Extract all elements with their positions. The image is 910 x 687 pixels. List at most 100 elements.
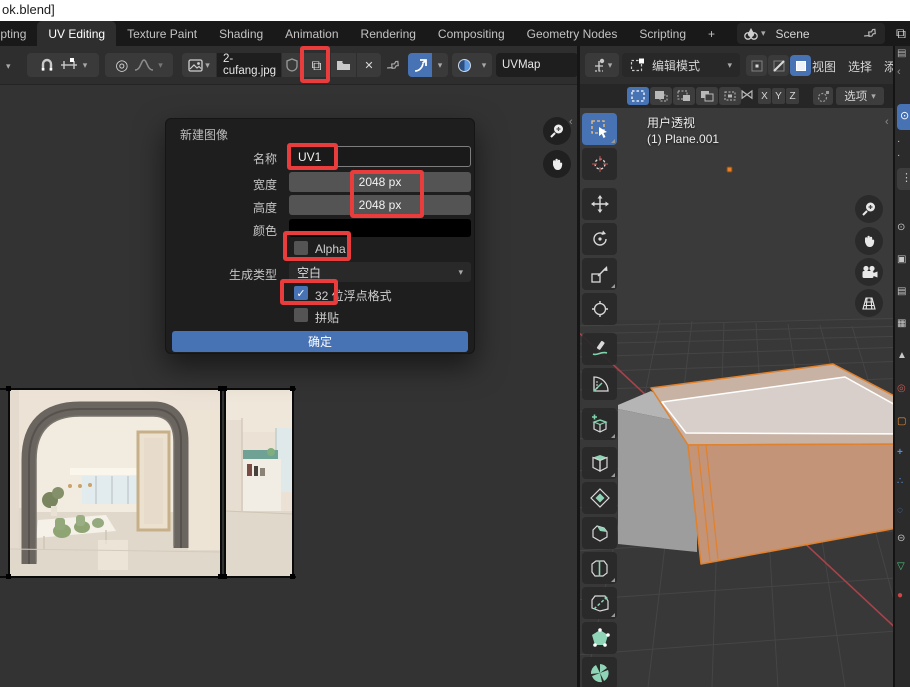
tool-cursor[interactable] xyxy=(582,148,617,180)
tool-extrude-region[interactable] xyxy=(582,447,617,479)
viewport-zoom-button[interactable] xyxy=(855,195,883,223)
add-menu[interactable]: 添加 xyxy=(884,58,893,75)
viewport-3d[interactable]: 用户透视 (1) Plane.001 ‹ Z Y X xyxy=(580,108,893,687)
properties-tab-active-tool[interactable]: ⊙ xyxy=(897,104,910,130)
tab-add-workspace[interactable]: + xyxy=(697,21,726,46)
select-mode-extend[interactable] xyxy=(650,87,672,105)
properties-dot-1: · xyxy=(897,136,900,147)
tool-inset-faces[interactable] xyxy=(582,482,617,514)
mirror-z-button[interactable]: Z xyxy=(786,88,799,104)
options-dropdown[interactable]: 选项 ▾ xyxy=(836,87,884,105)
properties-tab-output[interactable]: ▤ xyxy=(897,286,906,297)
browse-image-button[interactable]: ▾ xyxy=(182,53,216,77)
falloff-dropdown-chevron[interactable]: ▾ xyxy=(158,60,163,71)
scene-name[interactable]: Scene xyxy=(776,27,863,41)
uvmap-field[interactable]: UVMap xyxy=(496,53,578,77)
tool-loop-cut[interactable] xyxy=(582,552,617,584)
scene-dropdown-chevron[interactable]: ▾ xyxy=(761,28,766,39)
uv-pan-button[interactable] xyxy=(543,150,571,178)
scene-selector[interactable]: ▾ Scene xyxy=(737,23,885,44)
tool-rotate[interactable] xyxy=(582,223,617,255)
fake-user-button[interactable] xyxy=(282,53,302,77)
tool-scale[interactable] xyxy=(582,258,617,290)
view-menu[interactable]: 视图 xyxy=(812,58,836,75)
tab-shading[interactable]: Shading xyxy=(208,21,274,46)
properties-tab-constraints[interactable]: ⊝ xyxy=(897,533,905,544)
tab-scripting[interactable]: Scripting xyxy=(628,21,697,46)
tool-bevel[interactable] xyxy=(582,517,617,549)
viewport-header: ▾ 编辑模式 ▾ 视图 选择 xyxy=(580,46,893,85)
editor-divider[interactable] xyxy=(577,46,580,687)
viewport-camera-button[interactable] xyxy=(855,258,883,286)
pin-image-icon[interactable] xyxy=(383,55,406,78)
viewport-pan-button[interactable] xyxy=(855,227,883,255)
channels-chevron-button[interactable]: ▾ xyxy=(476,53,492,77)
unlink-image-button[interactable]: ✕ xyxy=(357,53,381,77)
properties-tab-render[interactable]: ▣ xyxy=(897,254,906,265)
mirror-y-button[interactable]: Y xyxy=(772,88,785,104)
properties-tab-world[interactable]: ◎ xyxy=(897,383,906,394)
tool-poly-build[interactable] xyxy=(582,622,617,654)
tab-sculpting[interactable]: Sculpting xyxy=(0,21,37,46)
uv-snap-toggle[interactable] xyxy=(408,53,432,77)
tab-animation[interactable]: Animation xyxy=(274,21,349,46)
tool-knife[interactable] xyxy=(582,587,617,619)
tab-rendering[interactable]: Rendering xyxy=(350,21,427,46)
select-mode-face[interactable] xyxy=(790,55,811,76)
properties-editor-type-icon[interactable]: ▤ xyxy=(897,48,906,59)
browse-image-chevron[interactable]: ▾ xyxy=(205,60,210,71)
transform-orientation-widget[interactable]: ▾ xyxy=(585,53,619,77)
tool-add-cube[interactable] xyxy=(582,408,617,440)
editor-type-chevron[interactable]: ▾ xyxy=(6,61,11,72)
uv-zoom-button[interactable] xyxy=(543,117,571,145)
tool-spin[interactable] xyxy=(582,657,617,687)
uv-snap-chevron-button[interactable]: ▾ xyxy=(432,53,448,77)
tool-transform[interactable] xyxy=(582,293,617,325)
properties-tab-material[interactable]: ● xyxy=(897,590,903,601)
select-mode-edge[interactable] xyxy=(768,55,789,76)
pin-icon[interactable] xyxy=(860,22,883,45)
uv-image-right-pane[interactable] xyxy=(226,390,292,576)
snap-widget[interactable]: ▾ xyxy=(27,53,99,77)
proportional-falloff-button[interactable] xyxy=(813,87,833,105)
tab-uv-editing[interactable]: UV Editing xyxy=(37,21,116,46)
tool-move[interactable] xyxy=(582,188,617,220)
new-scene-copy-icon[interactable]: ⧉ xyxy=(896,25,906,42)
viewport-ortho-button[interactable] xyxy=(855,289,883,317)
proportional-edit-widget[interactable]: ◎ ▾ xyxy=(105,53,173,77)
uv-sidebar-collapse[interactable]: ‹ xyxy=(569,116,573,128)
tool-select-box[interactable] xyxy=(582,113,617,145)
display-channels-button[interactable] xyxy=(452,53,476,77)
ok-button[interactable]: 确定 xyxy=(172,331,468,352)
properties-tab-physics[interactable]: ◌ xyxy=(897,505,903,516)
properties-tab-scene[interactable]: ▲ xyxy=(897,350,907,361)
properties-tab-data[interactable]: ▽ xyxy=(897,561,905,572)
image-name-field[interactable]: 2-cufang.jpg xyxy=(217,53,281,77)
select-mode-new[interactable] xyxy=(627,87,649,105)
snap-dropdown-chevron[interactable]: ▾ xyxy=(83,60,88,71)
mirror-x-button[interactable]: X xyxy=(758,88,771,104)
uv-image-left-pane[interactable] xyxy=(10,390,220,576)
properties-collapse[interactable]: ‹ xyxy=(897,66,901,78)
select-mode-invert[interactable] xyxy=(696,87,718,105)
properties-tab-modifiers[interactable]: + xyxy=(897,447,903,458)
properties-tab-particles[interactable]: ∴ xyxy=(897,476,903,487)
tiled-checkbox[interactable] xyxy=(294,308,308,322)
select-mode-intersect[interactable] xyxy=(719,87,741,105)
tool-annotate[interactable] xyxy=(582,333,617,365)
tab-texture-paint[interactable]: Texture Paint xyxy=(116,21,208,46)
mirror-icon[interactable]: ⋈ xyxy=(740,86,754,103)
properties-tab-view-layer[interactable]: ▦ xyxy=(897,318,906,329)
tool-measure[interactable] xyxy=(582,368,617,400)
mode-dropdown[interactable]: 编辑模式 ▾ xyxy=(622,53,740,77)
navigation-gizmo[interactable]: Z Y X xyxy=(795,108,893,203)
open-image-button[interactable] xyxy=(331,53,356,77)
properties-tab-object[interactable]: ▢ xyxy=(897,416,906,427)
select-menu[interactable]: 选择 xyxy=(848,58,872,75)
select-mode-vertex[interactable] xyxy=(746,55,767,76)
properties-tab-secondary[interactable]: ⋮ xyxy=(897,168,910,190)
select-mode-subtract[interactable] xyxy=(673,87,695,105)
tab-compositing[interactable]: Compositing xyxy=(427,21,516,46)
properties-tab-tool[interactable]: ⊙ xyxy=(897,222,905,233)
tab-geometry-nodes[interactable]: Geometry Nodes xyxy=(516,21,629,46)
